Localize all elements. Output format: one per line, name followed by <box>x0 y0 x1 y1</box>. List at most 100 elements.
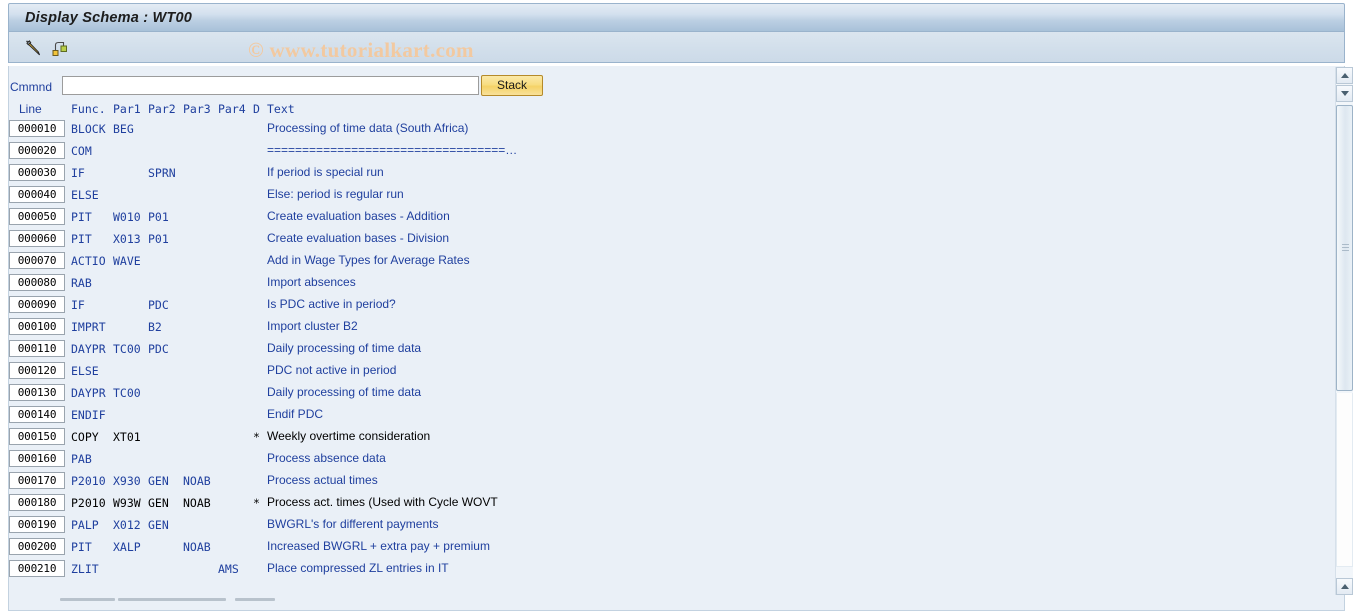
row-line-number[interactable]: 000130 <box>9 384 65 401</box>
row-cell-func: ENDIF <box>71 408 106 422</box>
table-row[interactable]: 000110 DAYPR TC00 PDC Daily processing of ti… <box>9 338 1319 360</box>
table-row[interactable]: 000020 COM ===============================… <box>9 140 1319 162</box>
application-toolbar <box>8 32 1345 63</box>
row-cell-func: DAYPR <box>71 342 106 356</box>
row-line-number[interactable]: 000180 <box>9 494 65 511</box>
row-line-number[interactable]: 000100 <box>9 318 65 335</box>
row-cell-func: ACTIO <box>71 254 106 268</box>
scroll-up-button[interactable] <box>1336 67 1353 84</box>
row-line-number[interactable]: 000120 <box>9 362 65 379</box>
edit-pencil-icon[interactable] <box>23 38 43 58</box>
horizontal-scrollbar[interactable] <box>60 598 380 613</box>
table-row[interactable]: 000070 ACTIO WAVE Add in Wage Types for Ave… <box>9 250 1319 272</box>
table-row[interactable]: 000140 ENDIF Endif PDC <box>9 404 1319 426</box>
row-cell-text: Process act. times (Used with Cycle WOVT <box>267 495 498 509</box>
row-cell-par3: NOAB <box>183 496 211 510</box>
table-row[interactable]: 000090 IF PDC Is PDC active in period? <box>9 294 1319 316</box>
table-row[interactable]: 000200 PIT XALP NOAB Increased BWGRL + extra… <box>9 536 1319 558</box>
table-row[interactable]: 000180 P2010 W93W GEN NOAB * Process act. time… <box>9 492 1319 514</box>
schema-table: Line Func. Par1 Par2 Par3 Par4 D Text 00… <box>9 100 1319 580</box>
row-cell-par2: P01 <box>148 232 169 246</box>
scroll-down-button[interactable] <box>1336 85 1353 102</box>
column-header-par1: Par1 <box>113 102 141 116</box>
table-row[interactable]: 000050 PIT W010 P01 Create evaluation bases … <box>9 206 1319 228</box>
table-row[interactable]: 000010 BLOCK BEG Processing of time data (S… <box>9 118 1319 140</box>
row-line-number[interactable]: 000170 <box>9 472 65 489</box>
row-cell-par1: XT01 <box>113 430 141 444</box>
row-cell-text: Place compressed ZL entries in IT <box>267 561 449 575</box>
row-cell-text: Is PDC active in period? <box>267 297 396 311</box>
row-line-number[interactable]: 000040 <box>9 186 65 203</box>
row-cell-text: Daily processing of time data <box>267 341 422 355</box>
table-row[interactable]: 000040 ELSE Else: period is regular run <box>9 184 1319 206</box>
table-row[interactable]: 000130 DAYPR TC00 Daily processing of time … <box>9 382 1319 404</box>
table-row[interactable]: 000210 ZLIT AMS Place compressed ZL entries… <box>9 558 1319 580</box>
row-cell-func: COPY <box>71 430 99 444</box>
row-cell-func: IF <box>71 166 85 180</box>
scrollbar-grip-icon <box>1342 244 1349 252</box>
row-line-number[interactable]: 000060 <box>9 230 65 247</box>
row-line-number[interactable]: 000190 <box>9 516 65 533</box>
scroll-page-up-button[interactable] <box>1336 578 1353 595</box>
table-row[interactable]: 000060 PIT X013 P01 Create evaluation bases … <box>9 228 1319 250</box>
row-cell-text: Process absence data <box>267 451 386 465</box>
row-line-number[interactable]: 000160 <box>9 450 65 467</box>
row-cell-par2: GEN <box>148 474 169 488</box>
row-cell-par4: AMS <box>218 562 239 576</box>
row-cell-text: Weekly overtime consideration <box>267 429 431 443</box>
row-cell-d: * <box>253 496 260 510</box>
row-cell-func: RAB <box>71 276 92 290</box>
row-cell-par1: W010 <box>113 210 141 224</box>
hscroll-segment-thumb[interactable] <box>118 598 226 601</box>
row-line-number[interactable]: 000200 <box>9 538 65 555</box>
table-row[interactable]: 000080 RAB Import absences <box>9 272 1319 294</box>
scrollbar-thumb[interactable] <box>1336 105 1353 391</box>
stack-button[interactable]: Stack <box>481 75 543 96</box>
column-header-text: Text <box>267 102 295 116</box>
row-line-number[interactable]: 000010 <box>9 120 65 137</box>
table-row[interactable]: 000170 P2010 X930 GEN NOAB Process actual tim… <box>9 470 1319 492</box>
table-row[interactable]: 000030 IF SPRN If period is special run <box>9 162 1319 184</box>
triangle-up-icon-bottom <box>1341 584 1349 589</box>
hscroll-segment-left[interactable] <box>60 598 115 601</box>
row-cell-func: PAB <box>71 452 92 466</box>
table-row[interactable]: 000100 IMPRT B2 Import cluster B2 <box>9 316 1319 338</box>
row-cell-func: P2010 <box>71 474 106 488</box>
row-line-number[interactable]: 000030 <box>9 164 65 181</box>
hierarchy-icon[interactable] <box>50 38 70 58</box>
row-line-number[interactable]: 000210 <box>9 560 65 577</box>
row-cell-func: PIT <box>71 232 92 246</box>
row-cell-text: Increased BWGRL + extra pay + premium <box>267 539 490 553</box>
command-input[interactable] <box>62 76 479 95</box>
row-cell-text: Import cluster B2 <box>267 319 358 333</box>
row-cell-d: * <box>253 430 260 444</box>
row-cell-func: IF <box>71 298 85 312</box>
table-row[interactable]: 000160 PAB Process absence data <box>9 448 1319 470</box>
column-header-par2: Par2 <box>148 102 176 116</box>
hscroll-segment-right[interactable] <box>235 598 275 601</box>
row-line-number[interactable]: 000020 <box>9 142 65 159</box>
row-cell-par1: XALP <box>113 540 141 554</box>
row-line-number[interactable]: 000090 <box>9 296 65 313</box>
row-line-number[interactable]: 000140 <box>9 406 65 423</box>
scrollbar-track[interactable] <box>1336 393 1353 567</box>
column-header-func: Func. <box>71 102 106 116</box>
vertical-scrollbar[interactable] <box>1335 67 1353 595</box>
row-line-number[interactable]: 000070 <box>9 252 65 269</box>
row-cell-par2: PDC <box>148 298 169 312</box>
command-field-label: Cmmnd <box>10 80 53 94</box>
table-row[interactable]: 000190 PALP X012 GEN BWGRL's for different p… <box>9 514 1319 536</box>
table-row[interactable]: 000120 ELSE PDC not active in period <box>9 360 1319 382</box>
row-cell-text: Processing of time data (South Africa) <box>267 121 469 135</box>
row-line-number[interactable]: 000050 <box>9 208 65 225</box>
row-cell-par1: WAVE <box>113 254 141 268</box>
row-line-number[interactable]: 000080 <box>9 274 65 291</box>
row-cell-par1: BEG <box>113 122 134 136</box>
row-cell-text: Create evaluation bases - Addition <box>267 209 450 223</box>
row-cell-text: PDC not active in period <box>267 363 397 377</box>
row-cell-func: ZLIT <box>71 562 99 576</box>
row-cell-par3: NOAB <box>183 474 211 488</box>
table-row[interactable]: 000150 COPY XT01 * Weekly overtime considera… <box>9 426 1319 448</box>
row-line-number[interactable]: 000150 <box>9 428 65 445</box>
row-line-number[interactable]: 000110 <box>9 340 65 357</box>
